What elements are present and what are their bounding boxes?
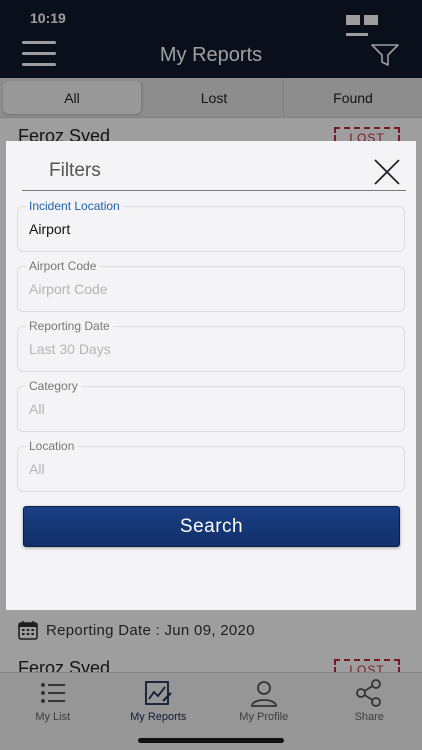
reporting-date-input[interactable] — [29, 341, 389, 357]
search-button[interactable]: Search — [23, 506, 400, 547]
location-field[interactable]: Location — [17, 439, 405, 492]
field-label: Incident Location — [26, 199, 123, 213]
field-label: Airport Code — [26, 259, 100, 273]
incident-location-input[interactable] — [29, 221, 389, 237]
incident-location-field[interactable]: Incident Location — [17, 199, 405, 252]
close-icon[interactable] — [374, 159, 400, 185]
field-label: Reporting Date — [26, 319, 113, 333]
airport-code-field[interactable]: Airport Code — [17, 259, 405, 312]
location-input[interactable] — [29, 461, 389, 477]
reporting-date-field[interactable]: Reporting Date — [17, 319, 405, 372]
airport-code-input[interactable] — [29, 281, 389, 297]
category-input[interactable] — [29, 401, 389, 417]
home-indicator — [138, 738, 284, 743]
modal-title: Filters — [49, 160, 101, 181]
category-field[interactable]: Category — [17, 379, 405, 432]
filters-modal: Filters Incident Location Airport Code R… — [6, 141, 416, 610]
modal-header: Filters — [22, 141, 406, 191]
field-label: Location — [26, 439, 78, 453]
field-label: Category — [26, 379, 81, 393]
